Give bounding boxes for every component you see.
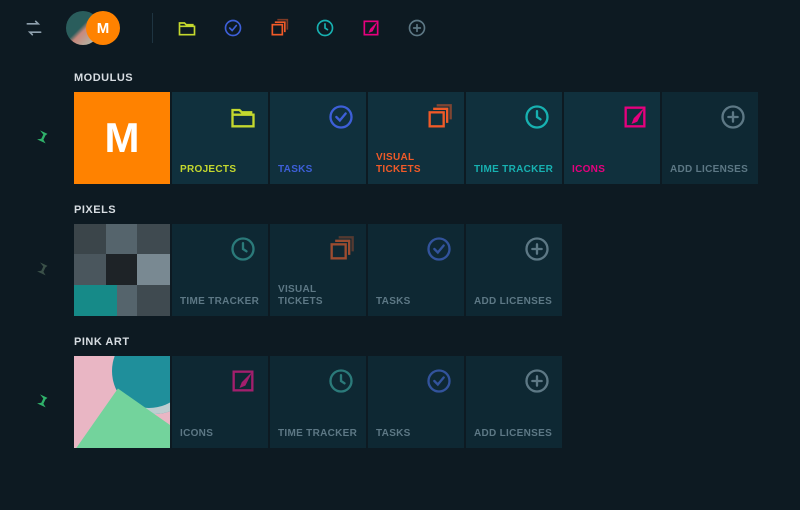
check-circle-icon — [326, 102, 356, 132]
tile-tasks[interactable]: TASKS — [368, 224, 464, 316]
plus-circle-icon — [522, 234, 552, 264]
tile-add-licenses[interactable]: ADD LICENSES — [662, 92, 758, 184]
tile-label: TIME TRACKER — [180, 296, 260, 308]
folder-icon — [228, 102, 258, 132]
tile-add-licenses[interactable]: ADD LICENSES — [466, 224, 562, 316]
section-title: PINK ART — [74, 336, 780, 348]
workspace-tile-pixels[interactable] — [74, 224, 170, 316]
check-circle-icon — [424, 234, 454, 264]
stack-icon — [424, 102, 454, 132]
tile-label: VISUAL TICKETS — [278, 284, 358, 308]
section-title: PIXELS — [74, 204, 780, 216]
section-title: MODULUS — [74, 72, 780, 84]
add-icon[interactable] — [399, 10, 435, 46]
time-tracker-icon[interactable] — [307, 10, 343, 46]
tile-label: ADD LICENSES — [670, 164, 750, 176]
tile-time-tracker[interactable]: TIME TRACKER — [172, 224, 268, 316]
tile-label: PROJECTS — [180, 164, 260, 176]
tile-label: TASKS — [278, 164, 358, 176]
clock-icon — [228, 234, 258, 264]
tile-visual-tickets[interactable]: VISUAL TICKETS — [270, 224, 366, 316]
tile-label: TIME TRACKER — [278, 428, 358, 440]
tile-time-tracker[interactable]: TIME TRACKER — [270, 356, 366, 448]
pin-icon[interactable] — [8, 92, 74, 184]
check-circle-icon — [424, 366, 454, 396]
workspace-switcher[interactable]: M — [66, 10, 122, 46]
tile-add-licenses[interactable]: ADD LICENSES — [466, 356, 562, 448]
tile-label: ICONS — [180, 428, 260, 440]
topbar: M — [0, 0, 800, 56]
tile-label: ICONS — [572, 164, 652, 176]
divider — [152, 13, 153, 43]
clock-icon — [326, 366, 356, 396]
tile-projects[interactable]: PROJECTS — [172, 92, 268, 184]
projects-icon[interactable] — [169, 10, 205, 46]
brush-icon — [620, 102, 650, 132]
icons-icon[interactable] — [353, 10, 389, 46]
tile-icons[interactable]: ICONS — [172, 356, 268, 448]
workspace-tile-modulus[interactable]: M — [74, 92, 170, 184]
swap-icon[interactable] — [16, 10, 52, 46]
workspace-tile-pinkart[interactable] — [74, 356, 170, 448]
brush-icon — [228, 366, 258, 396]
tile-visual-tickets[interactable]: VISUAL TICKETS — [368, 92, 464, 184]
section-modulus: MODULUS M PROJECTS TASKS VISUAL TICKETS — [8, 72, 780, 184]
stack-icon — [326, 234, 356, 264]
tile-label: ADD LICENSES — [474, 428, 554, 440]
tile-label: TASKS — [376, 296, 456, 308]
plus-circle-icon — [522, 366, 552, 396]
tile-icons[interactable]: ICONS — [564, 92, 660, 184]
visual-tickets-icon[interactable] — [261, 10, 297, 46]
content: MODULUS M PROJECTS TASKS VISUAL TICKETS — [0, 56, 800, 488]
tile-label: ADD LICENSES — [474, 296, 554, 308]
tile-label: TIME TRACKER — [474, 164, 554, 176]
plus-circle-icon — [718, 102, 748, 132]
section-pixels: PIXELS TIME TRACKER VISUAL TICKETS — [8, 204, 780, 316]
tile-time-tracker[interactable]: TIME TRACKER — [466, 92, 562, 184]
tile-label: TASKS — [376, 428, 456, 440]
pin-icon[interactable] — [8, 224, 74, 316]
tile-tasks[interactable]: TASKS — [368, 356, 464, 448]
section-pinkart: PINK ART ICONS TIME TRACKER TASKS — [8, 336, 780, 448]
tile-label: VISUAL TICKETS — [376, 152, 456, 176]
tile-tasks[interactable]: TASKS — [270, 92, 366, 184]
pin-icon[interactable] — [8, 356, 74, 448]
avatar-modulus: M — [86, 11, 120, 45]
tasks-icon[interactable] — [215, 10, 251, 46]
clock-icon — [522, 102, 552, 132]
